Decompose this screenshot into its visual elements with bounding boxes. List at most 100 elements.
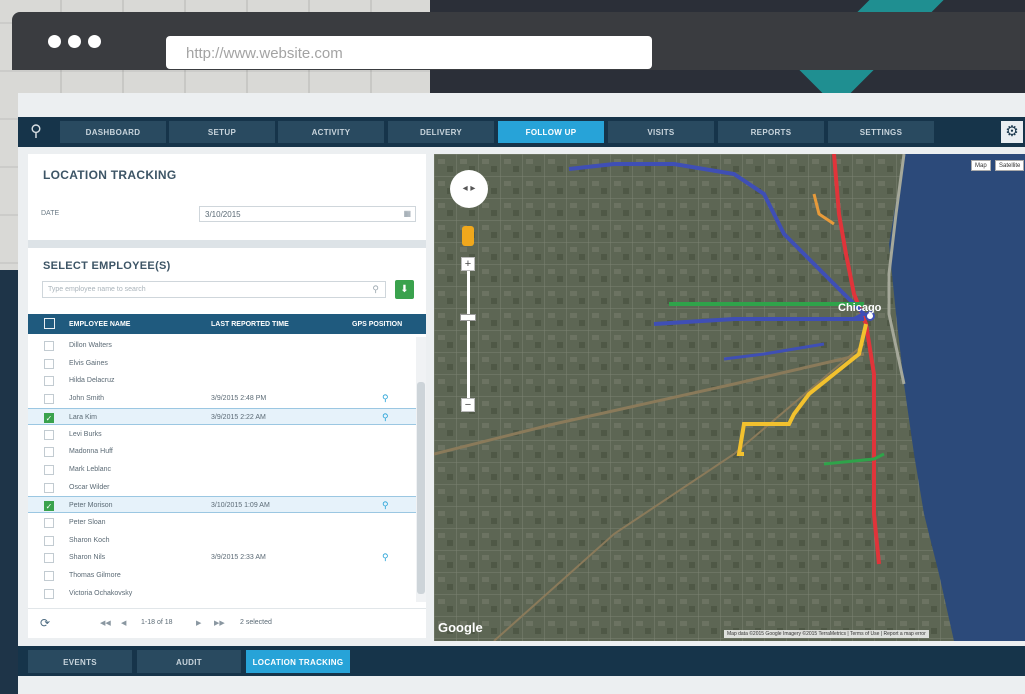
map-type-switcher: Map Satellite xyxy=(971,160,1025,171)
row-checkbox[interactable] xyxy=(44,482,54,493)
table-row[interactable]: Hilda Delacruz xyxy=(28,372,416,389)
employee-name: Thomas Gilmore xyxy=(69,572,121,580)
bottom-tabs: EVENTS AUDIT LOCATION TRACKING xyxy=(18,646,1025,676)
row-checkbox[interactable] xyxy=(44,394,54,405)
refresh-icon[interactable]: ⟳ xyxy=(40,616,50,630)
table-row[interactable]: John Smith 3/9/2015 2:48 PM ⚲ xyxy=(28,390,416,407)
gps-pin-icon[interactable]: ⚲ xyxy=(382,412,389,423)
table-row[interactable]: Dillon Walters xyxy=(28,337,416,354)
table-row[interactable]: Thomas Gilmore xyxy=(28,567,416,584)
row-checkbox[interactable] xyxy=(44,447,54,458)
table-row[interactable]: Mark Leblanc xyxy=(28,461,416,478)
column-last-reported-time[interactable]: LAST REPORTED TIME xyxy=(211,321,289,328)
zoom-slider[interactable] xyxy=(467,264,470,404)
map-type-satellite[interactable]: Satellite xyxy=(995,160,1025,171)
employee-name: Victoria Ochakovsky xyxy=(69,589,133,597)
street-view-icon[interactable] xyxy=(462,226,474,246)
address-bar[interactable]: http://www.website.com xyxy=(166,36,652,69)
row-checkbox[interactable] xyxy=(44,553,54,564)
table-row[interactable]: Elvis Gaines xyxy=(28,355,416,372)
date-field[interactable]: 3/10/2015 ▦ xyxy=(199,206,416,222)
employee-name: Peter Morison xyxy=(69,502,113,510)
table-scrollbar[interactable] xyxy=(416,337,426,602)
gps-pin-icon[interactable]: ⚲ xyxy=(382,500,389,511)
date-label: DATE xyxy=(41,210,60,217)
row-checkbox[interactable] xyxy=(44,341,54,351)
map-view[interactable]: Chicago ◂ ▸ + − Map Satellite Google Map… xyxy=(434,154,1025,641)
employee-name: Dillon Walters xyxy=(69,342,112,349)
map-imagery[interactable] xyxy=(434,154,1025,641)
last-reported-time: 3/9/2015 2:48 PM xyxy=(211,395,267,403)
tab-activity[interactable]: ACTIVITY xyxy=(278,121,384,143)
map-pin-icon[interactable]: ⚲ xyxy=(24,121,48,143)
tab-follow-up[interactable]: FOLLOW UP xyxy=(498,121,604,143)
first-page-icon[interactable]: ◀◀ xyxy=(100,619,111,627)
last-reported-time: 3/9/2015 2:22 AM xyxy=(211,413,266,421)
employee-search-input[interactable]: Type employee name to search ⚲ xyxy=(42,281,386,298)
zoom-in-button[interactable]: + xyxy=(461,257,475,271)
pan-control-icon[interactable]: ◂ ▸ xyxy=(450,170,488,208)
map-attribution[interactable]: Map data ©2015 Google Imagery ©2015 Terr… xyxy=(724,630,929,638)
zoom-out-button[interactable]: − xyxy=(461,398,475,412)
employee-name: Elvis Gaines xyxy=(69,359,108,367)
tab-visits[interactable]: VISITS xyxy=(608,121,714,143)
row-checkbox[interactable] xyxy=(44,571,54,582)
tab-audit[interactable]: AUDIT xyxy=(137,650,241,673)
employee-table-header: EMPLOYEE NAME LAST REPORTED TIME GPS POS… xyxy=(28,314,426,334)
row-checkbox[interactable] xyxy=(44,429,54,440)
calendar-icon[interactable]: ▦ xyxy=(403,209,411,218)
select-all-checkbox[interactable] xyxy=(44,318,55,329)
window-dot-icon[interactable] xyxy=(88,35,101,48)
date-value: 3/10/2015 xyxy=(205,210,241,219)
row-checkbox[interactable] xyxy=(44,588,54,599)
tab-reports[interactable]: REPORTS xyxy=(718,121,824,143)
panel-divider[interactable] xyxy=(28,240,426,248)
row-checkbox[interactable] xyxy=(44,464,54,475)
tab-location-tracking[interactable]: LOCATION TRACKING xyxy=(246,650,350,673)
employee-name: Levi Burks xyxy=(69,430,102,438)
google-logo: Google xyxy=(438,620,483,635)
tab-settings[interactable]: SETTINGS xyxy=(828,121,934,143)
employee-name: Sharon Nils xyxy=(69,554,106,562)
download-icon: ⬇ xyxy=(400,284,409,295)
download-button[interactable]: ⬇ xyxy=(395,280,414,299)
last-reported-time: 3/9/2015 2:33 AM xyxy=(211,554,266,562)
next-page-icon[interactable]: ▶ xyxy=(196,619,201,627)
row-checkbox[interactable] xyxy=(44,376,54,387)
row-checkbox[interactable] xyxy=(44,535,54,546)
tab-setup[interactable]: SETUP xyxy=(169,121,275,143)
table-row[interactable]: ✓ Peter Morison 3/10/2015 1:09 AM ⚲ xyxy=(28,496,416,514)
window-dot-icon[interactable] xyxy=(68,35,81,48)
table-row[interactable]: Sharon Nils 3/9/2015 2:33 AM ⚲ xyxy=(28,549,416,566)
map-type-map[interactable]: Map xyxy=(971,160,991,171)
table-row[interactable]: Levi Burks xyxy=(28,426,416,443)
row-checkbox[interactable]: ✓ xyxy=(44,412,54,423)
prev-page-icon[interactable]: ◀ xyxy=(121,619,126,627)
table-row[interactable]: Madonna Huff xyxy=(28,443,416,460)
gps-pin-icon[interactable]: ⚲ xyxy=(382,393,389,404)
column-gps-position[interactable]: GPS POSITION xyxy=(352,321,402,328)
row-checkbox[interactable] xyxy=(44,358,54,369)
table-row[interactable]: Sharon Koch xyxy=(28,532,416,549)
employee-name: John Smith xyxy=(69,395,105,403)
last-page-icon[interactable]: ▶▶ xyxy=(214,619,225,627)
employee-table-body: Dillon Walters Elvis Gaines Hilda Delacruz… xyxy=(28,337,416,602)
table-row[interactable]: Oscar Wilder xyxy=(28,479,416,496)
table-row[interactable]: ✓ Lara Kim 3/9/2015 2:22 AM ⚲ xyxy=(28,407,416,425)
table-row[interactable]: Victoria Ochakovsky xyxy=(28,585,416,602)
gear-icon[interactable]: ⚙ xyxy=(1001,121,1023,143)
scroll-thumb[interactable] xyxy=(417,382,425,594)
tab-dashboard[interactable]: DASHBOARD xyxy=(60,121,166,143)
tab-events[interactable]: EVENTS xyxy=(28,650,132,673)
employee-name: Peter Sloan xyxy=(69,519,106,526)
gps-pin-icon[interactable]: ⚲ xyxy=(382,552,389,563)
row-checkbox[interactable]: ✓ xyxy=(44,501,54,512)
browser-toolbar: http://www.website.com xyxy=(12,12,1025,70)
column-employee-name[interactable]: EMPLOYEE NAME xyxy=(69,321,130,328)
row-checkbox[interactable] xyxy=(44,518,54,528)
zoom-slider-handle[interactable] xyxy=(460,314,476,321)
tab-delivery[interactable]: DELIVERY xyxy=(388,121,494,143)
table-row[interactable]: Peter Sloan xyxy=(28,514,416,531)
window-dot-icon[interactable] xyxy=(48,35,61,48)
search-icon[interactable]: ⚲ xyxy=(372,284,379,295)
